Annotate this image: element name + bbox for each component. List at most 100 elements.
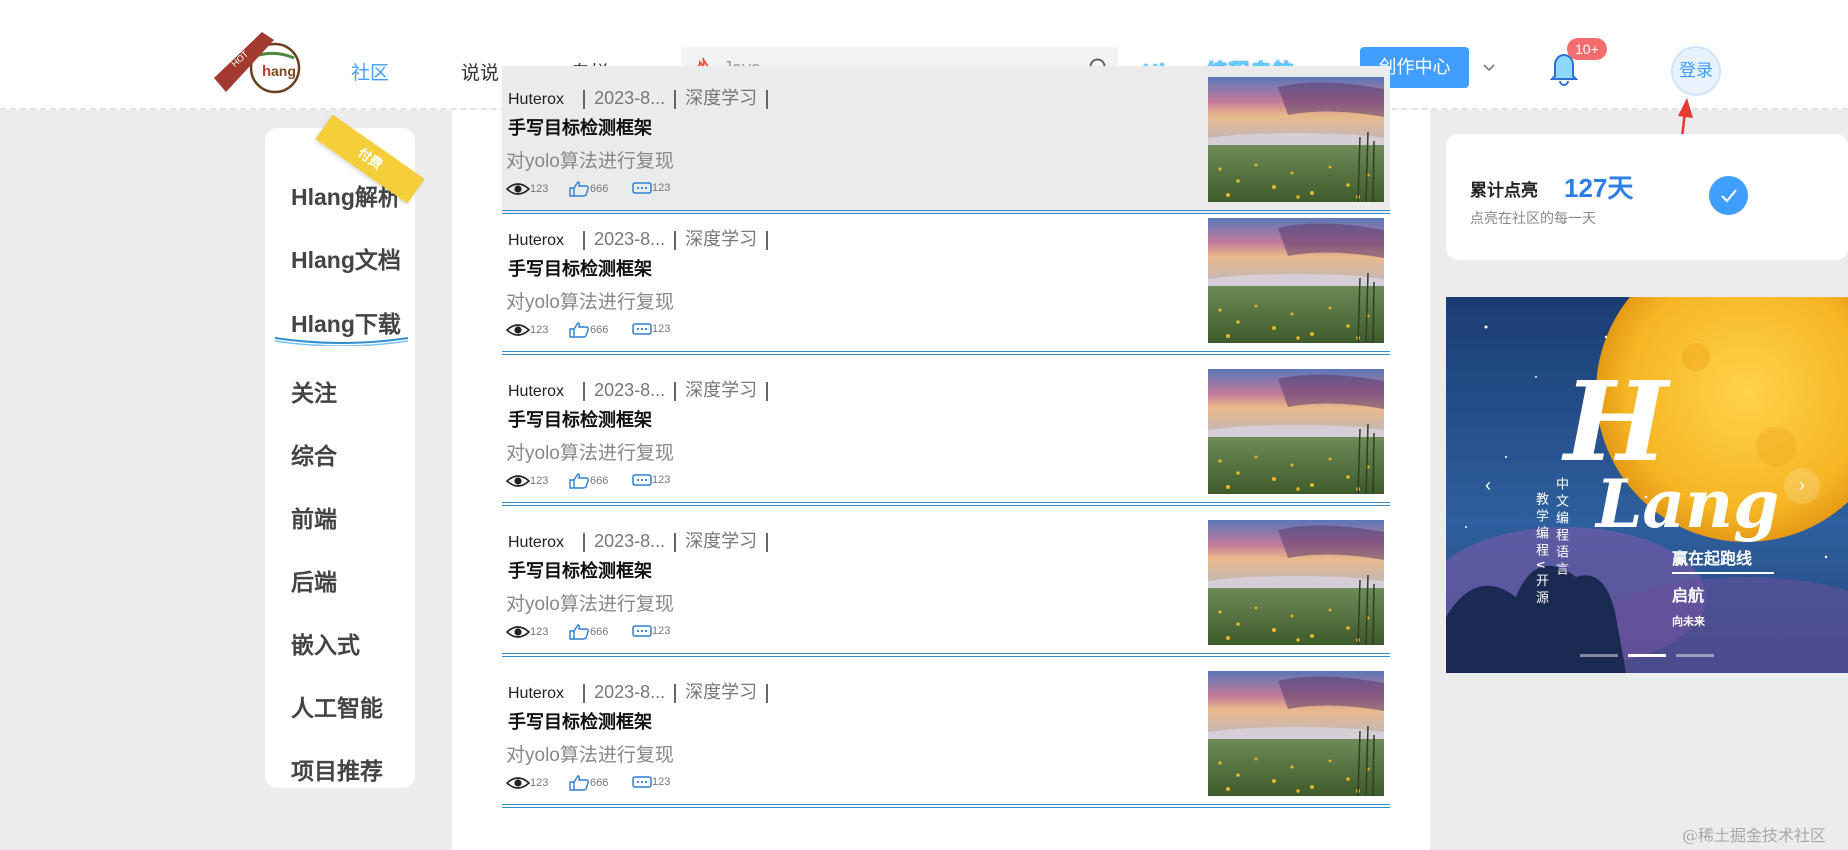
meta-separator [583, 89, 586, 109]
sidebar-item-embedded[interactable]: 嵌入式 [291, 626, 360, 660]
thumbs-up-icon [569, 473, 589, 489]
carousel-dot-2[interactable] [1628, 654, 1666, 657]
comments-stat[interactable]: 123 [632, 624, 670, 642]
likes-stat[interactable]: 666 [568, 473, 608, 491]
carousel-dot-1[interactable] [1580, 654, 1618, 657]
chevron-down-icon[interactable] [1481, 60, 1497, 76]
sidebar-item-follow[interactable]: 关注 [291, 374, 337, 408]
article-author[interactable]: Huterox [508, 534, 564, 552]
likes-count: 666 [590, 324, 609, 336]
likes-stat[interactable]: 666 [568, 775, 608, 793]
article-author[interactable]: Huterox [508, 685, 564, 703]
article-description: 对yolo算法进行复现 [506, 443, 674, 464]
meta-separator [674, 381, 677, 401]
likes-stat[interactable]: 666 [568, 624, 608, 642]
article-card[interactable]: Huterox 2023-8... 深度学习 手写目标检测框架 对yolo算法进… [502, 358, 1390, 506]
article-card[interactable]: Huterox 2023-8... 深度学习 手写目标检测框架 对yolo算法进… [502, 660, 1390, 808]
check-in-button[interactable] [1709, 176, 1748, 215]
svg-text:h: h [262, 63, 271, 80]
banner-go-text: 启航 [1672, 588, 1705, 605]
banner-future-text: 向未来 [1672, 616, 1705, 628]
article-tag[interactable]: 深度学习 [685, 229, 757, 249]
article-thumbnail[interactable] [1208, 520, 1384, 645]
article-meta: Huterox 2023-8... 深度学习 [508, 225, 772, 250]
comments-stat[interactable]: 123 [632, 181, 670, 199]
article-thumbnail-image [1208, 520, 1384, 645]
meta-separator [766, 89, 769, 109]
comment-icon [632, 776, 652, 788]
article-title[interactable]: 手写目标检测框架 [508, 255, 652, 281]
sidebar-item-general[interactable]: 综合 [291, 437, 337, 471]
nav-community[interactable]: 社区 [351, 58, 389, 85]
banner-word-lang: Lang [1596, 465, 1780, 543]
carousel-dot-3[interactable] [1676, 654, 1714, 657]
likes-count: 666 [590, 777, 609, 789]
meta-separator [766, 230, 769, 250]
views-icon [505, 777, 531, 789]
comments-stat[interactable]: 123 [632, 473, 670, 491]
views-count: 123 [530, 777, 549, 789]
article-title[interactable]: 手写目标检测框架 [508, 557, 652, 583]
article-description: 对yolo算法进行复现 [506, 594, 674, 615]
likes-count: 666 [590, 626, 609, 638]
comments-count: 123 [652, 182, 671, 194]
carousel-indicators [1580, 654, 1716, 658]
article-meta: Huterox 2023-8... 深度学习 [508, 678, 772, 703]
article-title[interactable]: 手写目标检测框架 [508, 114, 652, 140]
views-stat: 123 [505, 322, 549, 340]
comment-icon [632, 625, 652, 637]
sidebar-item-backend[interactable]: 后端 [291, 563, 337, 597]
meta-separator [674, 532, 677, 552]
likes-stat[interactable]: 666 [568, 181, 608, 199]
article-author[interactable]: Huterox [508, 91, 564, 109]
carousel-next-button[interactable]: › [1784, 468, 1820, 504]
article-feed: Huterox 2023-8... 深度学习 手写目标检测框架 对yolo算法进… [452, 66, 1430, 850]
meta-separator [674, 683, 677, 703]
article-tag[interactable]: 深度学习 [685, 531, 757, 551]
login-button[interactable]: 登录 [1671, 46, 1721, 96]
sidebar-item-hlang-docs[interactable]: Hlang文档 [291, 241, 401, 275]
comments-stat[interactable]: 123 [632, 322, 670, 340]
article-title[interactable]: 手写目标检测框架 [508, 708, 652, 734]
article-card[interactable]: Huterox 2023-8... 深度学习 手写目标检测框架 对yolo算法进… [502, 66, 1390, 214]
check-icon [1721, 189, 1737, 203]
banner-vertical-text-1: 中文编程语言 [1554, 477, 1569, 579]
article-date: 2023-8... [594, 531, 666, 551]
banner-slogan: 赢在起跑线 [1672, 551, 1753, 568]
article-author[interactable]: Huterox [508, 383, 564, 401]
thumbs-up-icon [569, 322, 589, 338]
meta-separator [674, 230, 677, 250]
likes-count: 666 [590, 183, 609, 195]
likes-count: 666 [590, 475, 609, 487]
streak-card: 累计点亮 127天 点亮在社区的每一天 [1446, 134, 1848, 260]
svg-text:ang: ang [271, 63, 296, 79]
article-tag[interactable]: 深度学习 [685, 380, 757, 400]
article-thumbnail[interactable] [1208, 218, 1384, 343]
sidebar-item-ai[interactable]: 人工智能 [291, 689, 383, 723]
nav-talk[interactable]: 说说 [461, 58, 499, 85]
article-author[interactable]: Huterox [508, 232, 564, 250]
site-logo[interactable]: h ang HOT [212, 26, 308, 98]
comments-stat[interactable]: 123 [632, 775, 670, 793]
article-thumbnail[interactable] [1208, 77, 1384, 202]
sidebar-item-hlang-download[interactable]: Hlang下载 [291, 305, 401, 339]
article-tag[interactable]: 深度学习 [685, 88, 757, 108]
likes-stat[interactable]: 666 [568, 322, 608, 340]
promo-banner-carousel[interactable]: H Lang 中文编程语言 教学编程∨开源 赢在起跑线 启航 向未来 ‹ › [1446, 297, 1848, 673]
article-title[interactable]: 手写目标检测框架 [508, 406, 652, 432]
article-thumbnail-image [1208, 218, 1384, 343]
article-thumbnail[interactable] [1208, 369, 1384, 494]
article-meta: Huterox 2023-8... 深度学习 [508, 376, 772, 401]
views-count: 123 [530, 183, 549, 195]
sidebar-item-frontend[interactable]: 前端 [291, 500, 337, 534]
article-card[interactable]: Huterox 2023-8... 深度学习 手写目标检测框架 对yolo算法进… [502, 509, 1390, 657]
sidebar-item-projects[interactable]: 项目推荐 [291, 752, 383, 786]
article-thumbnail[interactable] [1208, 671, 1384, 796]
article-card[interactable]: Huterox 2023-8... 深度学习 手写目标检测框架 对yolo算法进… [502, 207, 1390, 355]
article-thumbnail-image [1208, 671, 1384, 796]
views-count: 123 [530, 324, 549, 336]
carousel-prev-button[interactable]: ‹ [1470, 468, 1506, 504]
juejin-watermark: @稀土掘金技术社区 [1682, 826, 1827, 845]
article-tag[interactable]: 深度学习 [685, 682, 757, 702]
meta-separator [766, 532, 769, 552]
